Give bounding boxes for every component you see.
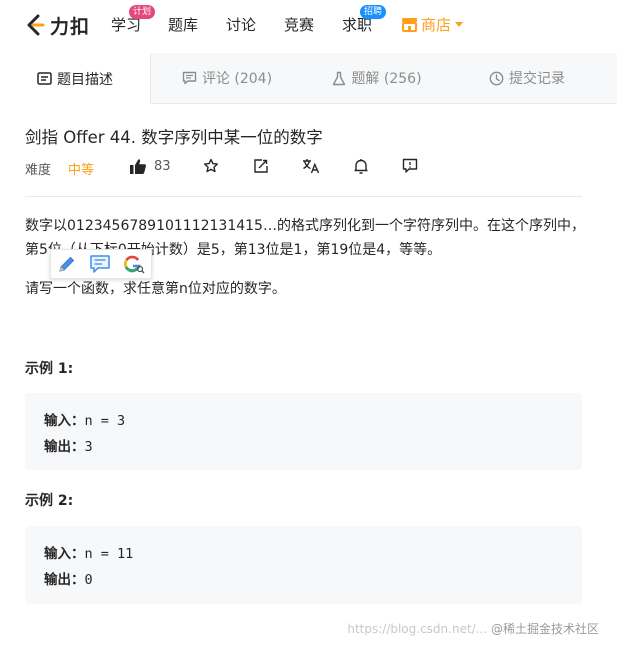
output-label: 输出： xyxy=(44,572,85,588)
translate-icon[interactable] xyxy=(302,158,320,174)
tab-description-label: 题目描述 xyxy=(57,71,113,88)
problem-task: 请写一个函数，求任意第n位对应的数字。 xyxy=(25,281,286,297)
nav-discuss[interactable]: 讨论 xyxy=(226,14,256,35)
example-2-output: 输出：0 xyxy=(44,568,93,588)
nav-shop[interactable]: 商店 xyxy=(401,14,464,35)
tab-submissions[interactable]: 提交记录 xyxy=(452,53,602,103)
nav-discuss-label: 讨论 xyxy=(226,16,257,34)
google-search-icon[interactable] xyxy=(123,254,145,274)
output-value: 3 xyxy=(84,439,93,455)
nav-contest[interactable]: 竞赛 xyxy=(284,14,314,35)
example-2-code: 输入：n = 11 输出：0 xyxy=(25,526,582,604)
clock-icon xyxy=(489,71,504,85)
example-1-code: 输入：n = 3 输出：3 xyxy=(25,393,582,470)
nav-problems-label: 题库 xyxy=(168,16,199,34)
watermark-url: https://blog.csdn.net/... xyxy=(347,622,488,636)
input-label: 输入： xyxy=(44,546,85,562)
share-icon[interactable] xyxy=(253,158,269,174)
example-2-input: 输入：n = 11 xyxy=(44,542,133,562)
tab-comments-label: 评论 (204) xyxy=(201,71,273,87)
like-count: 83 xyxy=(154,159,171,174)
floating-toolbar xyxy=(50,249,152,279)
nav-shop-label: 商店 xyxy=(421,16,452,34)
nav-problems[interactable]: 题库 xyxy=(168,14,198,35)
hiring-badge: 招聘 xyxy=(360,5,387,19)
thumbs-up-icon[interactable] xyxy=(129,158,147,175)
problem-meta: 难度 中等 83 xyxy=(25,158,585,178)
input-value: n = 11 xyxy=(84,546,134,562)
output-value: 0 xyxy=(84,572,93,588)
description-icon xyxy=(37,72,52,85)
store-icon xyxy=(402,18,417,32)
nav-jobs[interactable]: 求职 招聘 xyxy=(342,5,387,35)
flask-icon xyxy=(333,71,346,85)
example-1-input: 输入：n = 3 xyxy=(44,409,125,429)
example-1-output: 输出：3 xyxy=(44,435,93,455)
top-navbar: 力扣 学习 计划 题库 讨论 竞赛 求职 招聘 商店 xyxy=(0,0,617,50)
problem-tabs: 题目描述 评论 (204) 题解 (256) 提交记录 xyxy=(0,53,617,104)
star-icon[interactable] xyxy=(203,158,219,174)
nav-study[interactable]: 学习 计划 xyxy=(111,5,156,35)
input-value: n = 3 xyxy=(84,413,126,429)
problem-content: 剑指 Offer 44. 数字序列中某一位的数字 难度 中等 83 数字以012… xyxy=(0,104,617,653)
example-2-heading: 示例 2: xyxy=(25,493,74,509)
problem-title: 剑指 Offer 44. 数字序列中某一位的数字 xyxy=(25,128,323,147)
bell-icon[interactable] xyxy=(353,158,369,175)
leetcode-logo-icon xyxy=(27,14,45,36)
watermark: https://blog.csdn.net/... @稀土掘金技术社区 xyxy=(347,620,599,637)
feedback-icon[interactable] xyxy=(402,158,418,174)
tab-solutions[interactable]: 题解 (256) xyxy=(302,53,452,103)
tab-description[interactable]: 题目描述 xyxy=(0,53,151,104)
tab-submissions-label: 提交记录 xyxy=(509,71,565,87)
chat-bubble-icon[interactable] xyxy=(89,254,111,274)
tab-solutions-label: 题解 (256) xyxy=(351,71,422,87)
divider xyxy=(25,196,582,197)
tab-comments[interactable]: 评论 (204) xyxy=(152,53,302,103)
input-label: 输入： xyxy=(44,413,85,429)
logo-text: 力扣 xyxy=(50,15,91,38)
pen-icon[interactable] xyxy=(57,254,77,274)
watermark-site: @稀土掘金技术社区 xyxy=(490,622,599,636)
difficulty-value: 中等 xyxy=(68,163,95,178)
chevron-down-icon xyxy=(455,22,464,27)
example-1-heading: 示例 1: xyxy=(25,361,74,377)
comment-icon xyxy=(182,71,197,85)
output-label: 输出： xyxy=(44,439,85,455)
plan-badge: 计划 xyxy=(129,5,156,19)
nav-contest-label: 竞赛 xyxy=(284,16,315,34)
leetcode-logo[interactable]: 力扣 xyxy=(24,12,90,38)
difficulty-label: 难度 xyxy=(25,163,52,178)
